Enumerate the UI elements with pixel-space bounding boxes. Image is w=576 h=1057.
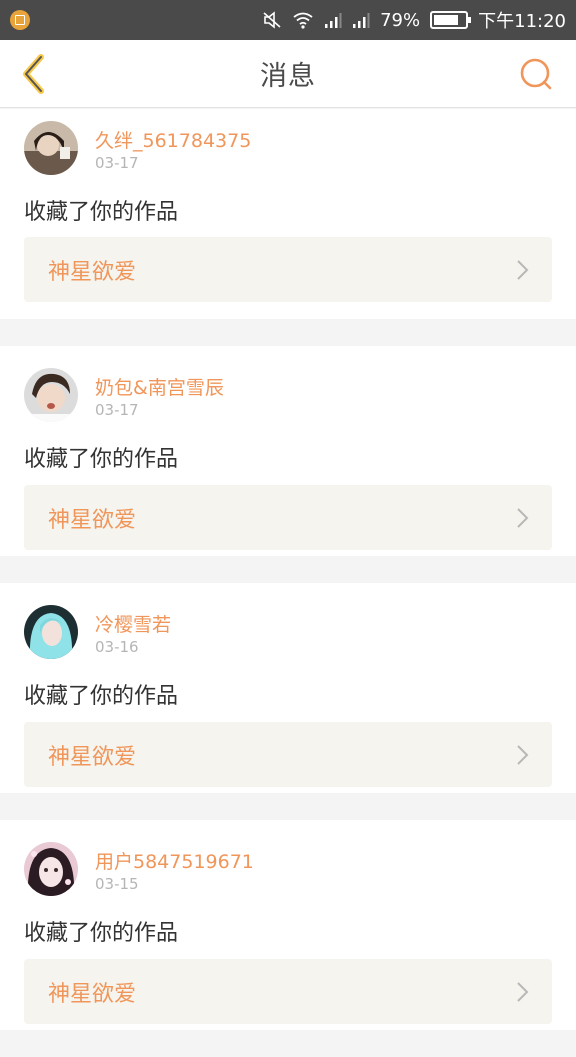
- search-button[interactable]: [514, 52, 558, 96]
- user-name[interactable]: 久绊_561784375: [95, 126, 251, 153]
- battery-icon: [430, 11, 472, 29]
- user-name[interactable]: 用户5847519671: [95, 847, 254, 874]
- user-name[interactable]: 冷樱雪若: [95, 610, 171, 637]
- work-title: 神星欲爱: [48, 981, 137, 1007]
- work-title: 神星欲爱: [48, 259, 137, 285]
- search-icon: [520, 58, 552, 90]
- message-card: 冷樱雪若 03-16 收藏了你的作品 神星欲爱: [0, 583, 576, 793]
- status-bar: 79% 下午11:20: [0, 0, 576, 40]
- notification-app-icon: [10, 10, 30, 30]
- chevron-right-icon: [517, 745, 529, 765]
- timestamp: 03-15: [95, 875, 139, 893]
- signal-icon-2: [353, 13, 370, 28]
- chevron-right-icon: [517, 260, 529, 280]
- clock: 下午11:20: [478, 11, 566, 32]
- work-link[interactable]: 神星欲爱: [24, 722, 552, 787]
- mute-icon: [263, 11, 281, 29]
- timestamp: 03-17: [95, 401, 139, 419]
- action-text: 收藏了你的作品: [24, 447, 179, 472]
- work-title: 神星欲爱: [48, 744, 137, 770]
- work-link[interactable]: 神星欲爱: [24, 237, 552, 302]
- message-card: 久绊_561784375 03-17 收藏了你的作品 神星欲爱: [0, 109, 576, 319]
- timestamp: 03-17: [95, 154, 139, 172]
- nav-header: 消息: [0, 40, 576, 108]
- timestamp: 03-16: [95, 638, 139, 656]
- work-link[interactable]: 神星欲爱: [24, 485, 552, 550]
- message-list: 久绊_561784375 03-17 收藏了你的作品 神星欲爱 奶包&南宫雪辰 …: [0, 109, 576, 1057]
- user-name[interactable]: 奶包&南宫雪辰: [95, 373, 224, 400]
- avatar[interactable]: [24, 368, 78, 422]
- action-text: 收藏了你的作品: [24, 921, 179, 946]
- signal-icon-1: [325, 13, 342, 28]
- avatar[interactable]: [24, 605, 78, 659]
- battery-percent: 79%: [380, 9, 421, 31]
- chevron-right-icon: [517, 508, 529, 528]
- action-text: 收藏了你的作品: [24, 200, 179, 225]
- avatar[interactable]: [24, 842, 78, 896]
- page-title: 消息: [260, 61, 316, 92]
- avatar[interactable]: [24, 121, 78, 175]
- back-button[interactable]: [10, 48, 58, 100]
- work-title: 神星欲爱: [48, 507, 137, 533]
- chevron-right-icon: [517, 982, 529, 1002]
- status-icons: 79% 下午11:20: [262, 7, 566, 33]
- wifi-icon: [293, 12, 313, 29]
- action-text: 收藏了你的作品: [24, 684, 179, 709]
- message-card: 用户5847519671 03-15 收藏了你的作品 神星欲爱: [0, 820, 576, 1030]
- work-link[interactable]: 神星欲爱: [24, 959, 552, 1024]
- back-chevron-icon: [23, 54, 44, 94]
- message-card: 奶包&南宫雪辰 03-17 收藏了你的作品 神星欲爱: [0, 346, 576, 556]
